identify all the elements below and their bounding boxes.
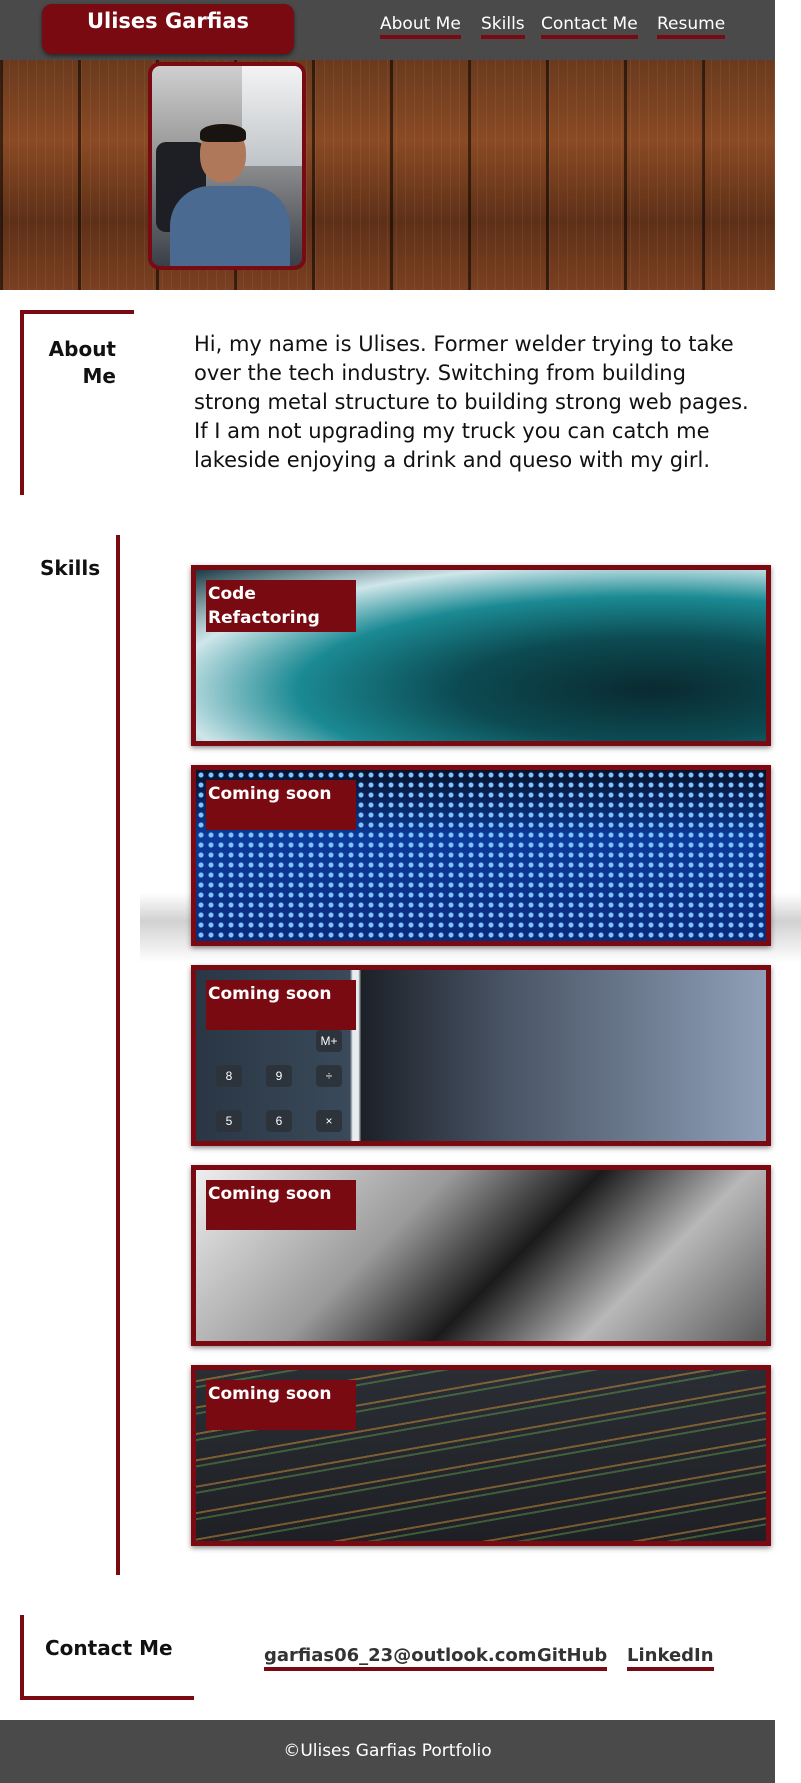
profile-photo [148,62,306,270]
calc-key: ÷ [316,1065,342,1087]
nav-about-me[interactable]: About Me [380,14,461,39]
skill-card-label: Coming soon [206,780,356,830]
skill-card-label: Coming soon [206,980,356,1030]
skill-card-2[interactable]: Coming soon [191,765,771,946]
linkedin-link[interactable]: LinkedIn [627,1645,714,1671]
nav-skills[interactable]: Skills [481,14,525,39]
skills-heading: Skills [40,556,101,580]
skill-card-label: Code Refactoring [206,580,356,632]
hero-banner [0,60,775,290]
calc-key: 8 [216,1065,242,1087]
contact-heading: Contact Me [45,1636,173,1660]
contact-bracket [20,1615,24,1700]
skill-card-5[interactable]: Coming soon [191,1365,771,1546]
site-header: Ulises Garfias About Me Skills Contact M… [0,0,775,60]
skill-card-label: Coming soon [206,1380,356,1430]
skills-divider [116,535,120,1575]
skill-card-label: Coming soon [206,1180,356,1230]
email-link[interactable]: garfias06_23@outlook.com [264,1645,537,1671]
skill-card-4[interactable]: Coming soon [191,1165,771,1346]
about-bracket [20,310,24,495]
calc-key: 9 [266,1065,292,1087]
calc-key: 6 [266,1110,292,1132]
site-footer: ©Ulises Garfias Portfolio [0,1720,775,1783]
calc-key: 5 [216,1110,242,1132]
about-text: Hi, my name is Ulises. Former welder try… [194,332,749,472]
about-heading: About Me [48,337,116,388]
nav-contact-me[interactable]: Contact Me [541,14,638,39]
calc-key: × [316,1110,342,1132]
calc-key: M+ [316,1030,342,1052]
brand-title[interactable]: Ulises Garfias [42,4,294,54]
github-link[interactable]: GitHub [537,1645,608,1671]
nav-resume[interactable]: Resume [657,14,726,39]
skill-card-3[interactable]: M+ 8 9 ÷ 5 6 × Coming soon [191,965,771,1146]
skill-card-code-refactoring[interactable]: Code Refactoring [191,565,771,746]
